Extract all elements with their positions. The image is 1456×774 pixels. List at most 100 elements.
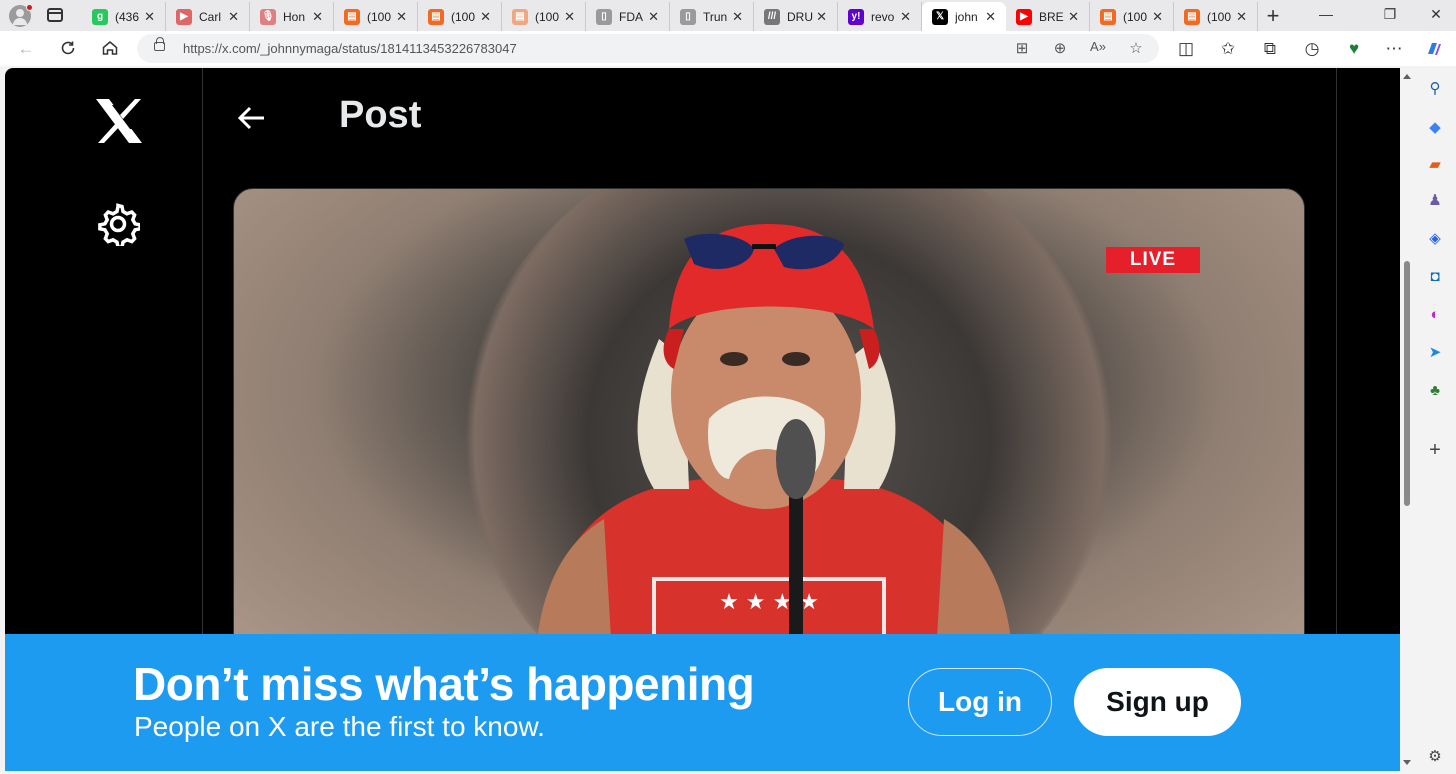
tab-close-icon[interactable]: ✕: [1236, 9, 1247, 25]
tab-favicon-icon: ▶: [176, 8, 192, 25]
tag-icon[interactable]: ◆: [1425, 117, 1445, 137]
tab-favicon-icon: ▤: [344, 8, 360, 25]
tree-icon[interactable]: ♣: [1425, 380, 1445, 400]
browser-tab[interactable]: 𝕏john ✕: [922, 2, 1006, 31]
url-text[interactable]: https://x.com/_johnnymaga/status/1814113…: [183, 41, 517, 56]
address-bar[interactable]: https://x.com/_johnnymaga/status/1814113…: [137, 34, 1159, 63]
browser-tab[interactable]: ▤ (100 ✕: [1174, 2, 1258, 31]
tab-favicon-icon: ▶: [1016, 8, 1032, 25]
browser-tab[interactable]: ▶ BRE ✕: [1006, 2, 1090, 31]
refresh-icon[interactable]: [58, 39, 78, 59]
favorite-star-icon[interactable]: ☆: [1127, 39, 1145, 57]
tab-close-icon[interactable]: ✕: [1068, 9, 1079, 25]
tab-favicon-icon: ///: [764, 8, 780, 25]
signup-button[interactable]: Sign up: [1074, 668, 1241, 736]
tab-title: Trun: [703, 9, 728, 24]
tab-favicon-icon: ▯: [680, 8, 696, 25]
tab-close-icon[interactable]: ✕: [732, 9, 743, 25]
signup-banner: Don’t miss what’s happening People on X …: [5, 634, 1400, 771]
tab-close-icon[interactable]: ✕: [1152, 9, 1163, 25]
browser-essentials-icon[interactable]: ♥: [1344, 39, 1364, 59]
tab-actions-icon[interactable]: [47, 8, 63, 22]
tab-favicon-icon: ▯: [596, 8, 612, 25]
browser-tab[interactable]: ▤ (100 ✕: [1090, 2, 1174, 31]
collections-icon[interactable]: ⧉: [1260, 39, 1280, 59]
games-icon[interactable]: ♟: [1425, 190, 1445, 210]
tab-close-icon[interactable]: ✕: [312, 9, 323, 25]
tab-title: Hon: [283, 9, 306, 24]
history-icon[interactable]: ◷: [1302, 39, 1322, 59]
banner-subtitle: People on X are the first to know.: [134, 711, 545, 742]
svg-text:★ ★ ★ ★: ★ ★ ★ ★: [719, 590, 819, 615]
more-menu-icon[interactable]: ⋯: [1384, 39, 1404, 59]
browser-tab[interactable]: ▤ (100 ✕: [334, 2, 418, 31]
tab-close-icon[interactable]: ✕: [480, 9, 491, 25]
tab-title: DRU: [787, 9, 813, 24]
tab-close-icon[interactable]: ✕: [396, 9, 407, 25]
tab-favicon-icon: 𝕏: [932, 8, 948, 25]
restore-button[interactable]: ❐: [1382, 6, 1398, 23]
tab-favicon-icon: ▤: [1184, 8, 1200, 25]
lock-icon[interactable]: [154, 37, 165, 51]
back-arrow-icon[interactable]: [235, 102, 267, 134]
x-page: Post ★ ★ ★ ★ LIVE Don’t miss what’s happ…: [5, 68, 1400, 771]
copilot-sidebar-icon[interactable]: ◈: [1425, 228, 1445, 248]
settings-icon[interactable]: ⚙: [1425, 746, 1445, 766]
x-logo-icon[interactable]: [93, 97, 145, 145]
send-icon[interactable]: ➤: [1425, 342, 1445, 362]
tab-title: revo: [871, 9, 895, 24]
outlook-icon[interactable]: ◘: [1425, 266, 1445, 286]
page-scrollbar[interactable]: [1400, 68, 1415, 771]
close-window-button[interactable]: ✕: [1428, 6, 1444, 23]
zoom-icon[interactable]: ⊕: [1051, 39, 1069, 57]
browser-tab[interactable]: 🎙 Hon ✕: [250, 2, 334, 31]
tab-favicon-icon: y!: [848, 8, 864, 25]
tab-favicon-icon: g: [92, 8, 108, 25]
apps-icon[interactable]: ⊞: [1013, 39, 1031, 57]
live-badge: LIVE: [1106, 247, 1200, 273]
video-player[interactable]: ★ ★ ★ ★ LIVE: [233, 188, 1305, 688]
tab-close-icon[interactable]: ✕: [564, 9, 575, 25]
new-tab-button[interactable]: +: [1262, 3, 1284, 29]
scrollbar-thumb[interactable]: [1404, 261, 1410, 506]
tab-favicon-icon: 🎙: [260, 8, 276, 25]
browser-tab[interactable]: ▯ Trun ✕: [670, 2, 754, 31]
tab-close-icon[interactable]: ✕: [816, 9, 827, 25]
briefcase-icon[interactable]: ▰: [1425, 154, 1445, 174]
browser-tab[interactable]: ▤ (100 ✕: [418, 2, 502, 31]
favorites-icon[interactable]: ✩: [1218, 39, 1238, 59]
scroll-up-arrow-icon[interactable]: [1403, 74, 1411, 79]
tab-close-icon[interactable]: ✕: [985, 9, 996, 25]
tab-close-icon[interactable]: ✕: [144, 9, 155, 25]
minimize-button[interactable]: —: [1318, 6, 1334, 22]
browser-tab[interactable]: g (436 ✕: [82, 2, 166, 31]
split-screen-icon[interactable]: ◫: [1176, 39, 1196, 59]
scroll-down-arrow-icon[interactable]: [1403, 760, 1411, 765]
browser-tab[interactable]: ▶ Carl ✕: [166, 2, 250, 31]
tab-title: BRE: [1039, 9, 1064, 24]
drop-icon[interactable]: ◐: [1425, 304, 1445, 324]
login-button[interactable]: Log in: [908, 668, 1052, 736]
banner-title: Don’t miss what’s happening: [133, 658, 755, 710]
home-icon[interactable]: [100, 39, 120, 59]
tab-close-icon[interactable]: ✕: [900, 9, 911, 25]
add-icon[interactable]: +: [1425, 439, 1445, 461]
tab-strip: g (436 ✕ ▶ Carl ✕ 🎙 Hon ✕ ▤ (100 ✕ ▤ (100 ✕ ▤ (100 ✕ ▯ FDA ✕…: [0, 0, 1456, 31]
settings-gear-icon[interactable]: [96, 202, 140, 246]
tab-title: (100: [1207, 9, 1232, 24]
browser-tab[interactable]: y! revo ✕: [838, 2, 922, 31]
edge-sidebar: ⚲ ◆ ▰ ♟ ◈ ◘ ◐ ➤ ♣ + ⚙: [1415, 68, 1456, 774]
tab-close-icon[interactable]: ✕: [648, 9, 659, 25]
search-icon[interactable]: ⚲: [1425, 78, 1445, 98]
profile-avatar-icon[interactable]: [9, 4, 33, 27]
browser-tab[interactable]: ▯ FDA ✕: [586, 2, 670, 31]
copilot-icon[interactable]: [1424, 39, 1444, 59]
tab-title: john: [955, 9, 978, 24]
read-aloud-icon[interactable]: A»: [1089, 39, 1107, 54]
back-icon[interactable]: ←: [16, 39, 36, 59]
browser-tab[interactable]: ▤ (100 ✕: [502, 2, 586, 31]
notification-dot: [26, 4, 33, 11]
browser-tab[interactable]: /// DRU ✕: [754, 2, 838, 31]
tab-close-icon[interactable]: ✕: [228, 9, 239, 25]
page-title: Post: [339, 94, 422, 136]
